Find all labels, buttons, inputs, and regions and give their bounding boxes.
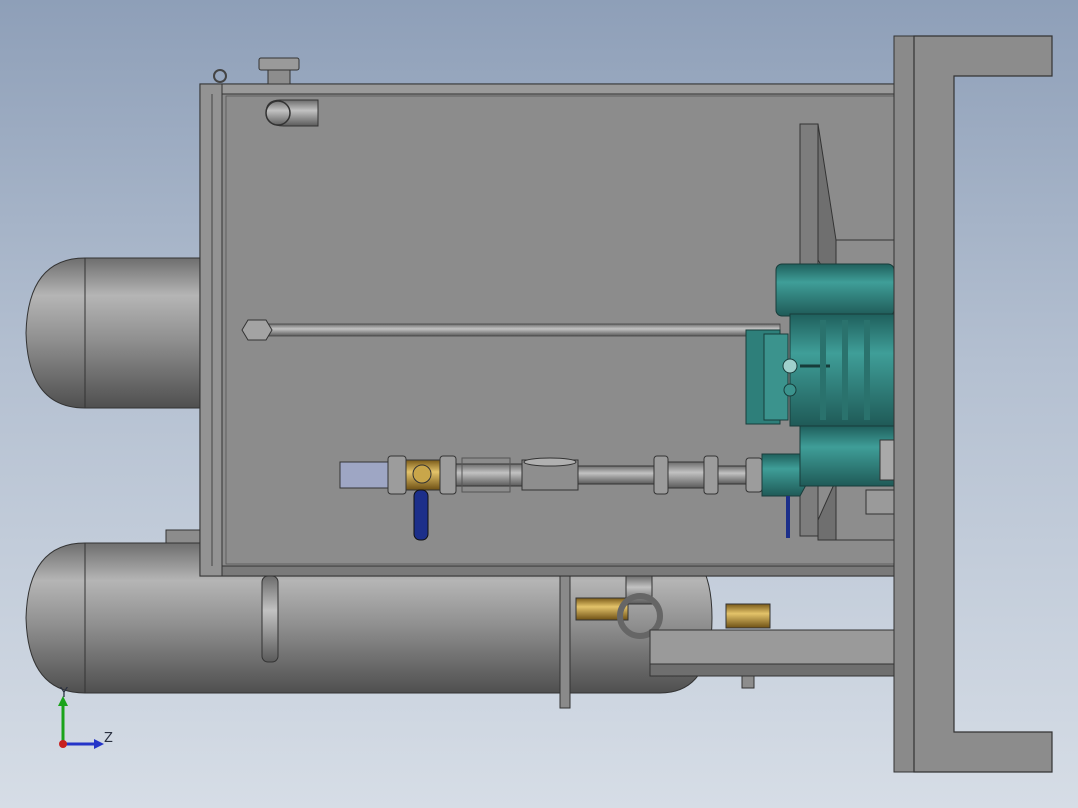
graphics-viewport[interactable]: Y Z [0,0,1078,808]
y-axis-label: Y [60,686,68,701]
cad-model[interactable] [0,0,1078,808]
origin-dot [59,740,67,748]
breather-cap[interactable] [213,57,300,85]
z-axis-label: Z [104,731,113,746]
mounting-frame[interactable] [893,35,1053,773]
coordinate-triad: Y Z [50,686,120,756]
base-plate[interactable] [649,629,901,677]
elbow-fitting[interactable] [265,99,319,127]
accumulator-upper[interactable] [25,257,201,409]
suction-pipe[interactable] [339,455,763,495]
